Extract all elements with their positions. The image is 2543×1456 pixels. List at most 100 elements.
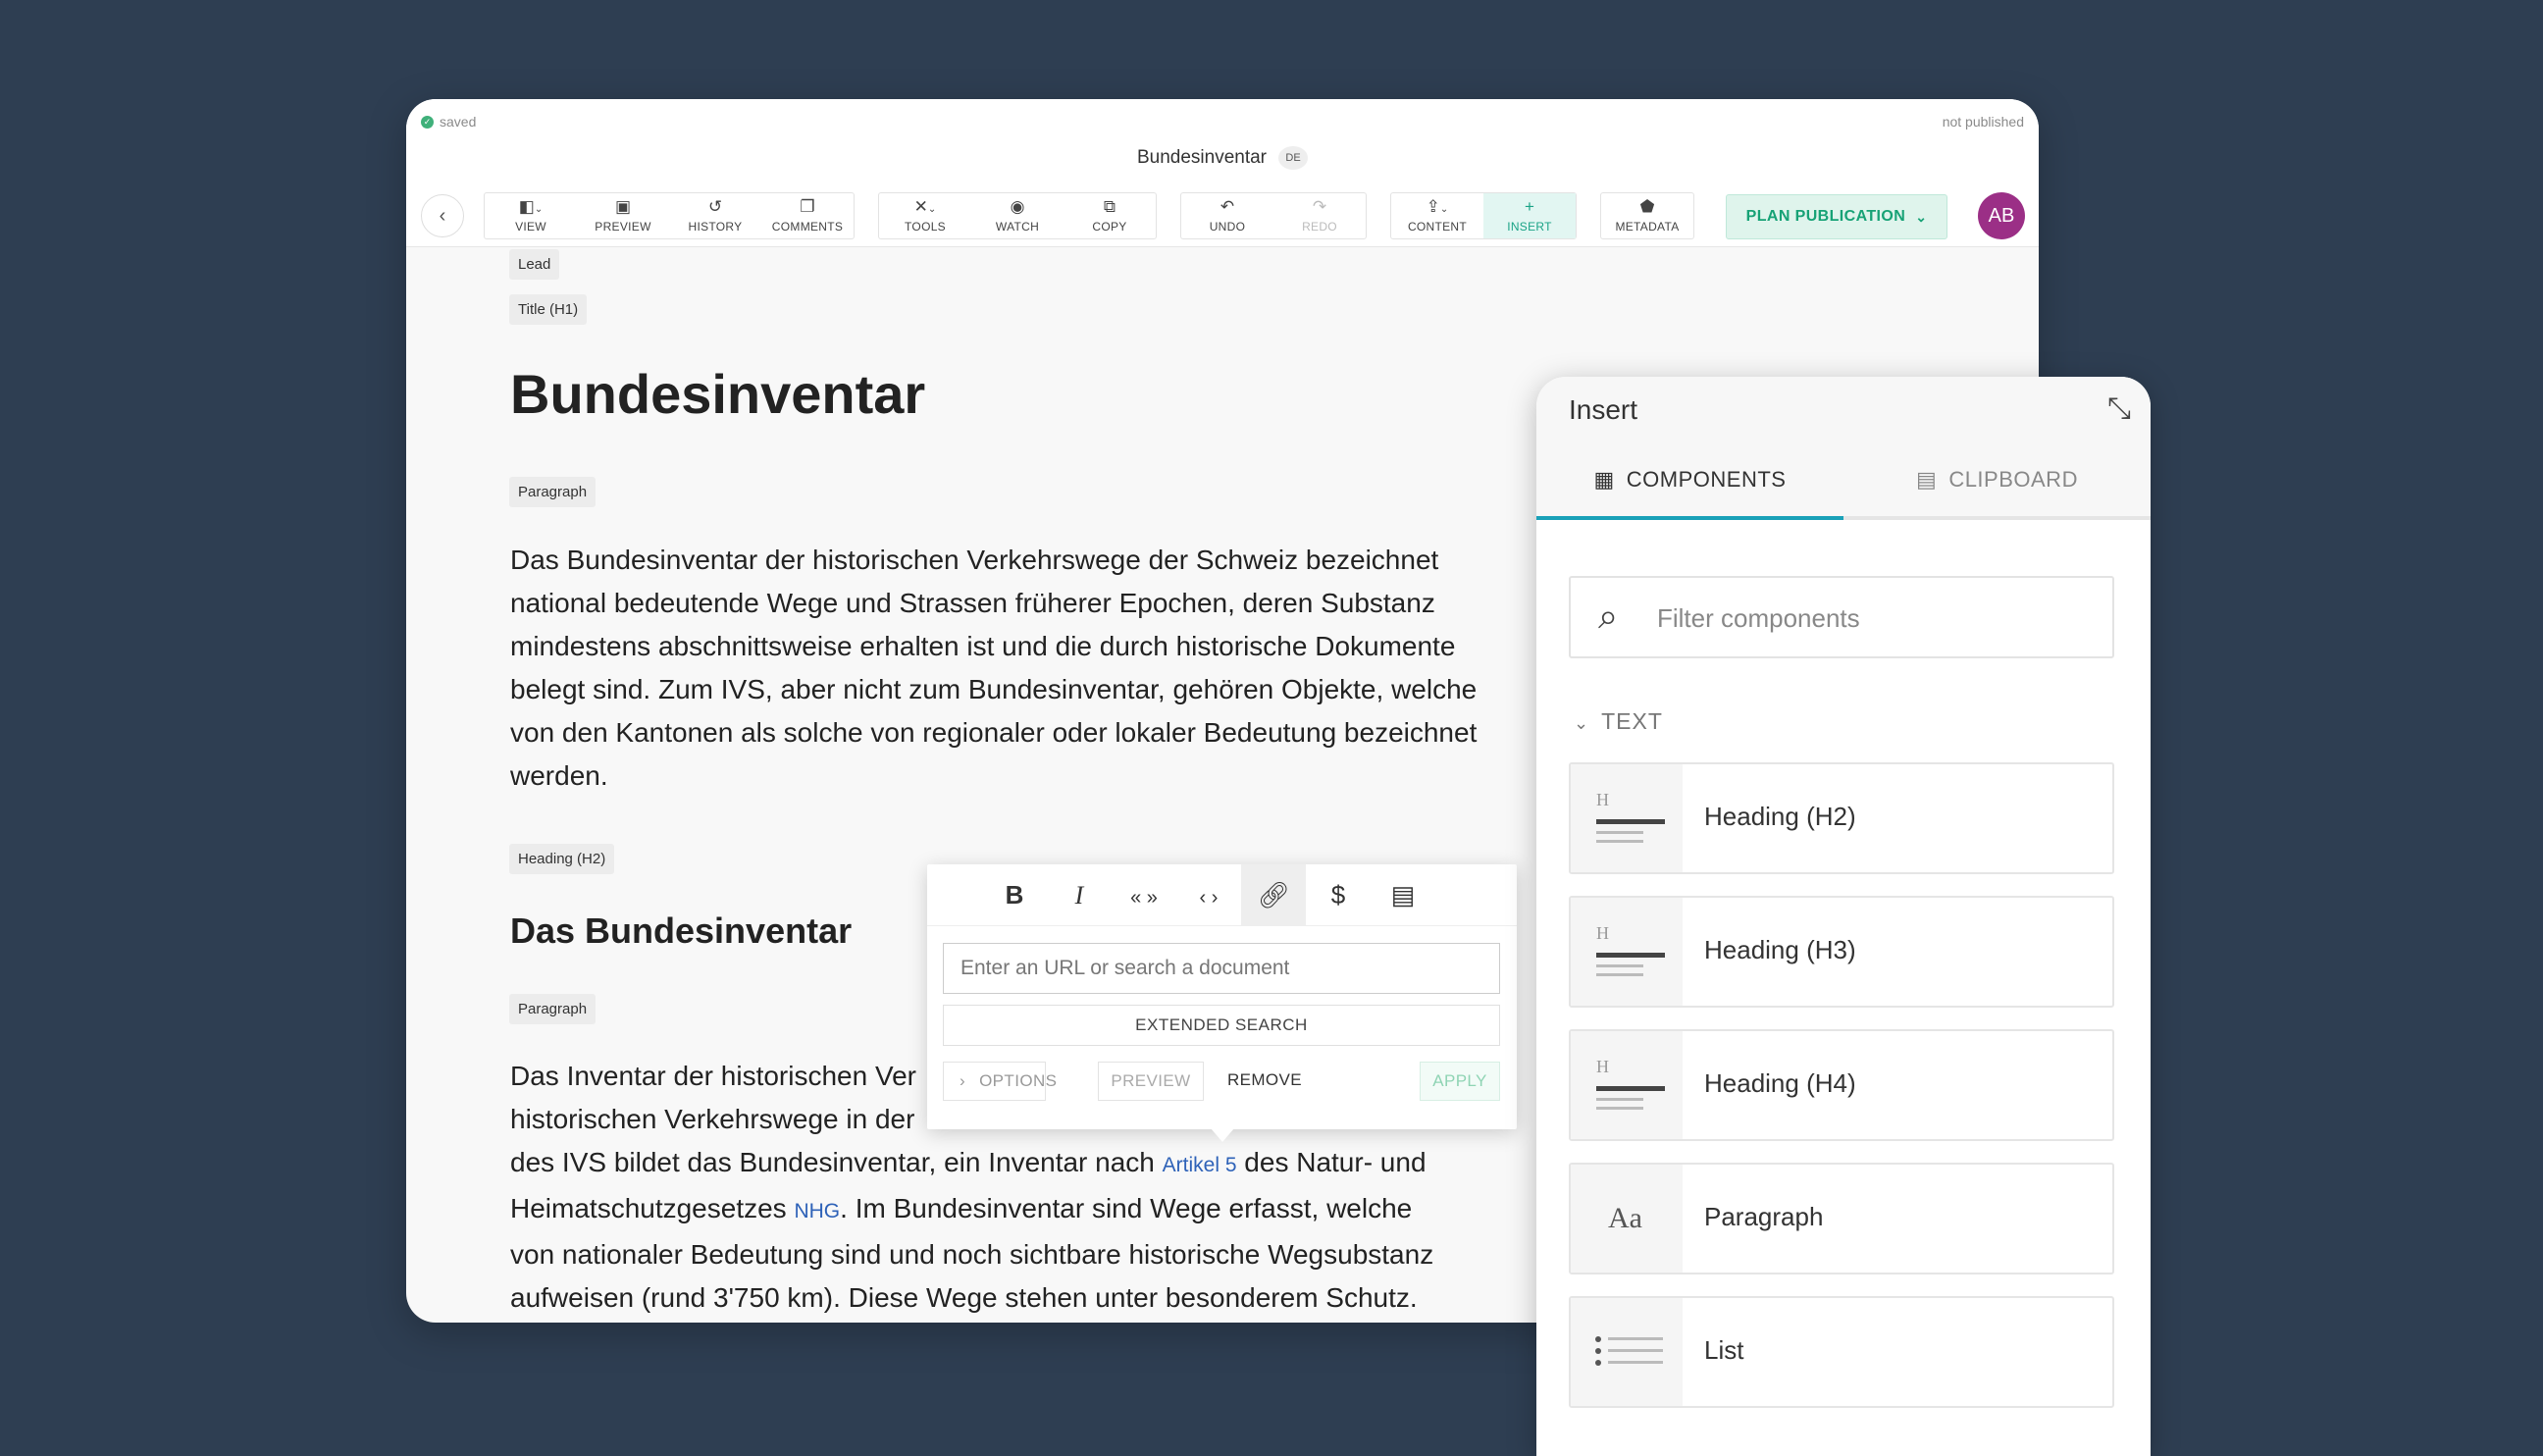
tab-components[interactable]: ▦ COMPONENTS <box>1536 443 1843 520</box>
undo-icon: ↶ <box>1220 197 1235 216</box>
remove-link-button[interactable]: REMOVE <box>1212 1062 1318 1101</box>
code-icon: ‹ › <box>1199 887 1219 909</box>
comments-icon: ❐ <box>800 197 815 216</box>
component-paragraph[interactable]: Aa Paragraph <box>1569 1163 2114 1274</box>
link-icon: 🔗︎ <box>1257 880 1290 910</box>
tools-button[interactable]: ✕⌄ TOOLS <box>879 193 971 238</box>
format-toolbar: B I « » ‹ › 🔗︎ $ ▤ <box>927 864 1517 926</box>
code-button[interactable]: ‹ › <box>1176 864 1241 926</box>
component-tag-paragraph-2[interactable]: Paragraph <box>509 994 597 1024</box>
options-button[interactable]: › OPTIONS <box>943 1062 1057 1101</box>
undo-button[interactable]: ↶ UNDO <box>1181 193 1273 238</box>
save-status-label: saved <box>440 114 477 130</box>
watch-button[interactable]: ◉ WATCH <box>971 193 1064 238</box>
svg-text:H: H <box>1596 790 1609 809</box>
quote-icon: « » <box>1130 887 1158 909</box>
list-icon <box>1571 1298 1683 1406</box>
history-icon: ↺ <box>707 197 723 216</box>
collapse-icon[interactable]: ⤡ <box>2107 392 2131 426</box>
component-heading-h2[interactable]: H Heading (H2) <box>1569 762 2114 874</box>
tab-clipboard[interactable]: ▤ CLIPBOARD <box>1843 443 2151 516</box>
dollar-button[interactable]: $ <box>1306 864 1371 926</box>
toolbar-group-tools: ✕⌄ TOOLS ◉ WATCH ⧉ COPY <box>878 192 1157 239</box>
svg-text:Aa: Aa <box>1608 1202 1642 1234</box>
copy-button[interactable]: ⧉ COPY <box>1064 193 1156 238</box>
content-icon: ⇪⌄ <box>1426 197 1449 216</box>
heading-icon: H <box>1571 764 1683 872</box>
back-button[interactable]: ‹ <box>421 194 464 237</box>
insert-panel-title: Insert <box>1569 394 1638 425</box>
content-button[interactable]: ⇪⌄ CONTENT <box>1391 193 1483 238</box>
link-nhg[interactable]: NHG <box>794 1200 840 1222</box>
document-heading-h1[interactable]: Bundesinventar <box>510 362 925 426</box>
toolbar-group-metadata: ⬟ METADATA <box>1600 192 1694 239</box>
toolbar-group-history: ↶ UNDO ↷ REDO <box>1180 192 1367 239</box>
dollar-icon: $ <box>1330 880 1346 910</box>
document-heading-h2[interactable]: Das Bundesinventar <box>510 910 852 952</box>
metadata-button[interactable]: ⬟ METADATA <box>1601 193 1693 238</box>
insert-button[interactable]: + INSERT <box>1483 193 1576 238</box>
link-artikel-5[interactable]: Artikel 5 <box>1163 1154 1237 1176</box>
component-heading-h3[interactable]: H Heading (H3) <box>1569 896 2114 1008</box>
toolbar: ‹ ◧⌄ VIEW ▣ PREVIEW ↺ HISTORY ❐ COMMENTS ✕⌄ T… <box>406 187 2039 247</box>
toolbar-group-content: ⇪⌄ CONTENT + INSERT <box>1390 192 1577 239</box>
document-title: Bundesinventar DE <box>406 146 2039 170</box>
component-tag-heading[interactable]: Heading (H2) <box>509 844 615 874</box>
popover-caret <box>1211 1128 1234 1142</box>
redo-icon: ↷ <box>1312 197 1327 216</box>
heading-icon: H <box>1571 898 1683 1006</box>
component-tag-lead[interactable]: Lead <box>509 249 560 280</box>
editor-header: ✓ saved not published Bundesinventar DE ‹… <box>406 99 2039 247</box>
italic-icon: I <box>1074 881 1084 910</box>
save-status: ✓ saved <box>421 114 476 130</box>
paragraph-icon: Aa <box>1571 1165 1683 1273</box>
extended-search-button[interactable]: EXTENDED SEARCH <box>943 1005 1500 1046</box>
url-input[interactable]: Enter an URL or search a document <box>943 943 1500 994</box>
check-icon: ✓ <box>421 115 434 129</box>
preview-button[interactable]: ▣ PREVIEW <box>577 193 669 238</box>
plus-icon: + <box>1525 197 1534 216</box>
filter-components-input[interactable]: ⌕ Filter components <box>1569 576 2114 658</box>
tools-icon: ✕⌄ <box>913 197 937 216</box>
history-button[interactable]: ↺ HISTORY <box>669 193 761 238</box>
publish-status: not published <box>1942 114 2024 130</box>
insert-tabs: ▦ COMPONENTS ▤ CLIPBOARD <box>1536 443 2151 520</box>
preview-link-button[interactable]: PREVIEW <box>1098 1062 1204 1101</box>
redo-button[interactable]: ↷ REDO <box>1273 193 1366 238</box>
comment-icon: ▤ <box>1390 880 1416 910</box>
clipboard-icon: ▤ <box>1916 467 1938 492</box>
quote-button[interactable]: « » <box>1112 864 1176 926</box>
chevron-down-icon: ⌄ <box>1915 208 1928 225</box>
component-heading-h4[interactable]: H Heading (H4) <box>1569 1029 2114 1141</box>
bold-button[interactable]: B <box>982 864 1047 926</box>
component-list[interactable]: List <box>1569 1296 2114 1408</box>
comment-button[interactable]: ▤ <box>1371 864 1435 926</box>
language-badge[interactable]: DE <box>1278 146 1309 170</box>
search-icon: ⌕ <box>1598 596 1619 636</box>
link-popover: B I « » ‹ › 🔗︎ $ ▤ Enter an URL or searc… <box>927 864 1517 1129</box>
toolbar-group-view: ◧⌄ VIEW ▣ PREVIEW ↺ HISTORY ❐ COMMENTS <box>484 192 855 239</box>
chevron-down-icon: ⌄ <box>1574 713 1590 733</box>
chevron-left-icon: ‹ <box>439 205 446 227</box>
component-tag-paragraph[interactable]: Paragraph <box>509 477 597 507</box>
comments-button[interactable]: ❐ COMMENTS <box>761 193 854 238</box>
insert-panel: Insert ⤡ ▦ COMPONENTS ▤ CLIPBOARD ⌕ Filt… <box>1536 377 2151 1456</box>
section-text[interactable]: ⌄ TEXT <box>1574 708 1663 735</box>
insert-panel-header: Insert ⤡ <box>1536 377 2151 443</box>
paragraph-1[interactable]: Das Bundesinventar der historischen Verk… <box>510 539 1501 798</box>
svg-text:H: H <box>1596 923 1609 943</box>
preview-icon: ▣ <box>614 197 632 216</box>
copy-icon: ⧉ <box>1103 197 1116 216</box>
italic-button[interactable]: I <box>1047 864 1112 926</box>
svg-text:H: H <box>1596 1057 1609 1076</box>
link-button[interactable]: 🔗︎ <box>1241 864 1306 926</box>
component-tag-title[interactable]: Title (H1) <box>509 294 588 325</box>
plan-publication-button[interactable]: PLAN PUBLICATION ⌄ <box>1726 194 1947 239</box>
chevron-right-icon: › <box>960 1071 966 1090</box>
view-icon: ◧⌄ <box>518 197 544 216</box>
avatar[interactable]: AB <box>1978 192 2025 239</box>
apply-link-button[interactable]: APPLY <box>1420 1062 1500 1101</box>
heading-icon: H <box>1571 1031 1683 1139</box>
view-button[interactable]: ◧⌄ VIEW <box>485 193 577 238</box>
components-icon: ▦ <box>1593 467 1615 492</box>
